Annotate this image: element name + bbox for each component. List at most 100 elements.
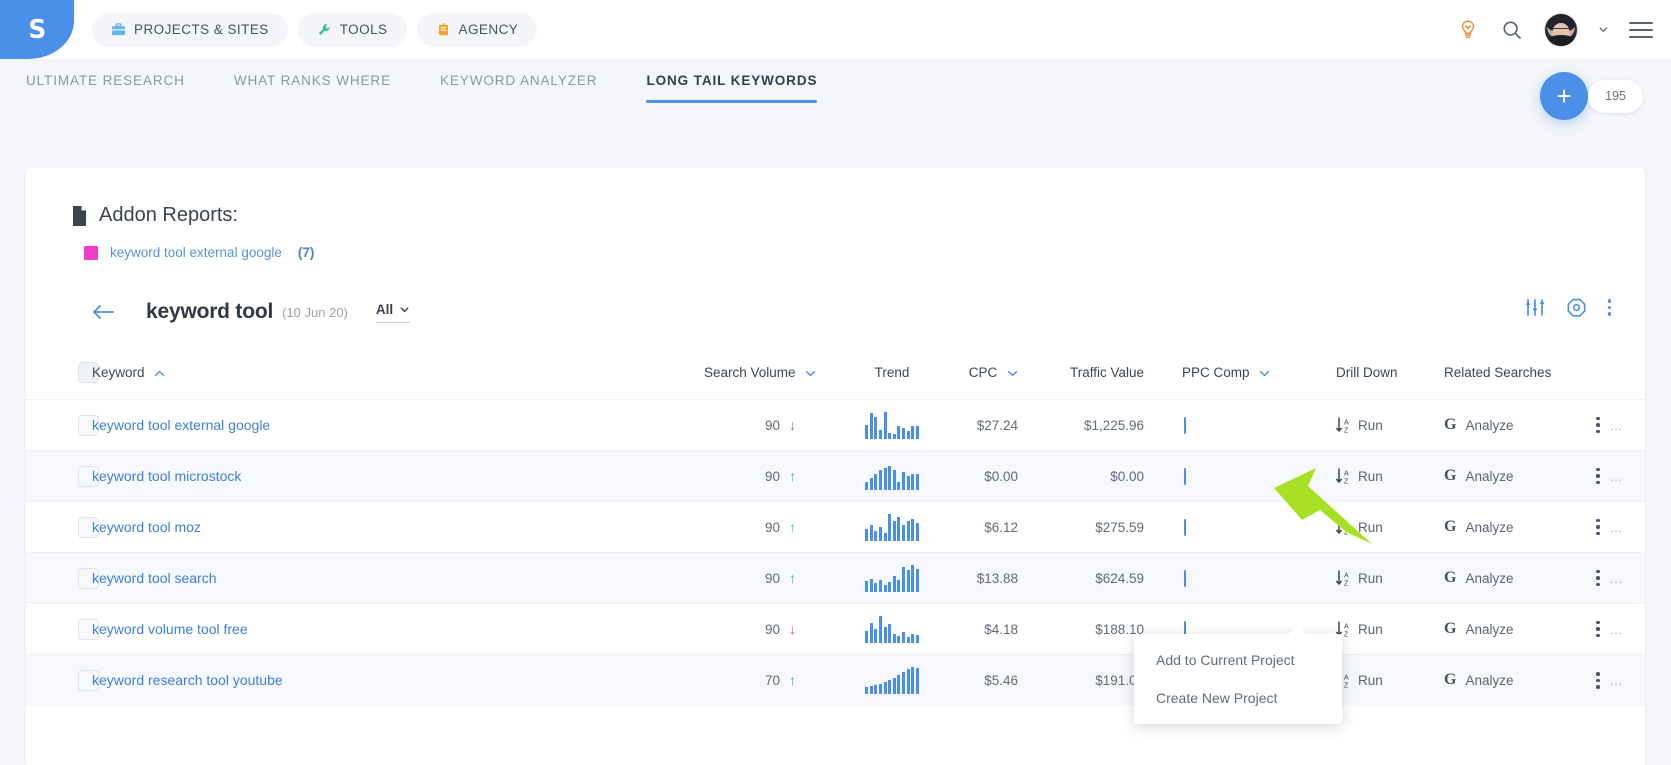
filter-sliders-icon[interactable] <box>1525 299 1545 316</box>
chevron-up-icon[interactable] <box>154 370 165 377</box>
addon-report-link[interactable]: keyword tool external google <box>110 245 282 260</box>
table-row[interactable]: keyword tool search 90 ↑ $13.88 $624.59 A Z Run… <box>26 552 1645 604</box>
th-search-volume[interactable]: Search Volume <box>704 352 832 400</box>
row-overflow-icon[interactable]: … <box>1610 622 1624 637</box>
spark-bar <box>879 470 883 490</box>
analyze-button[interactable]: G Analyze <box>1444 518 1596 536</box>
run-label: Run <box>1358 570 1383 586</box>
cell-traffic-value: $0.00 <box>1044 451 1164 502</box>
analyze-button[interactable]: G Analyze <box>1444 671 1596 689</box>
spark-bar <box>874 474 878 490</box>
row-overflow-icon[interactable]: … <box>1610 469 1624 484</box>
kebab-dot <box>1596 525 1600 529</box>
keyword-link[interactable]: keyword tool external google <box>92 417 270 433</box>
spark-bar <box>901 632 905 643</box>
run-label: Run <box>1358 417 1383 433</box>
cell-search-volume: 90 ↑ <box>704 451 832 502</box>
settings-gear-icon[interactable] <box>1567 298 1586 317</box>
trend-sparkline <box>832 564 952 592</box>
th-cpc[interactable]: CPC <box>952 352 1044 400</box>
menu-create-new-project[interactable]: Create New Project <box>1134 679 1342 717</box>
analyze-button[interactable]: G Analyze <box>1444 467 1596 485</box>
chevron-down-icon[interactable] <box>1259 370 1270 377</box>
table-row[interactable]: keyword tool moz 90 ↑ $6.12 $275.59 A Z Run G Ana… <box>26 501 1645 553</box>
th-trend: Trend <box>832 352 952 400</box>
keyword-link[interactable]: keyword tool microstock <box>92 468 241 484</box>
drill-down-run-button[interactable]: A Z Run <box>1336 467 1444 485</box>
row-more-icon[interactable] <box>1596 672 1600 689</box>
analyze-button[interactable]: G Analyze <box>1444 620 1596 638</box>
table-row[interactable]: keyword research tool youtube 70 ↑ $5.46 $19… <box>26 654 1645 706</box>
filter-all-label: All <box>375 301 394 317</box>
spark-bar <box>874 629 878 643</box>
addon-reports-title: Addon Reports: <box>99 204 238 226</box>
cell-cpc: $13.88 <box>952 553 1044 604</box>
nav-tools[interactable]: TOOLS <box>297 12 407 47</box>
table-row[interactable]: keyword tool external google 90 ↓ $27.24 $1,… <box>26 399 1645 451</box>
addon-report-item[interactable]: keyword tool external google (7) <box>26 227 1645 260</box>
th-keyword[interactable]: Keyword <box>92 352 704 400</box>
app-logo[interactable]: S <box>0 0 74 59</box>
tab-long-tail-keywords[interactable]: LONG TAIL KEYWORDS <box>646 73 841 103</box>
row-overflow-icon[interactable]: … <box>1610 673 1624 688</box>
row-more-icon[interactable] <box>1596 569 1600 587</box>
cell-keyword: keyword tool moz <box>92 502 704 553</box>
th-ppc-comp[interactable]: PPC Comp <box>1164 352 1336 400</box>
filter-all-dropdown[interactable]: All <box>375 301 411 323</box>
cell-related-searches: G Analyze <box>1444 502 1596 553</box>
back-arrow-icon[interactable] <box>92 304 114 320</box>
add-button[interactable]: + <box>1540 72 1589 120</box>
drill-down-run-button[interactable]: A Z Run <box>1336 672 1444 689</box>
cpc-value: $6.12 <box>984 519 1018 535</box>
analyze-button[interactable]: G Analyze <box>1444 416 1596 434</box>
keyword-link[interactable]: keyword tool search <box>92 570 217 586</box>
drill-down-run-button[interactable]: A Z Run <box>1336 620 1444 638</box>
search-icon[interactable] <box>1500 18 1524 42</box>
kebab-dot <box>1596 678 1600 682</box>
keyword-link[interactable]: keyword volume tool free <box>92 621 248 637</box>
kebab-dot <box>1596 672 1600 676</box>
keyword-link[interactable]: keyword research tool youtube <box>92 672 283 688</box>
lightbulb-icon[interactable] <box>1456 18 1480 42</box>
drill-down-run-button[interactable]: A Z Run <box>1336 518 1444 536</box>
hamburger-menu-icon[interactable] <box>1629 21 1653 38</box>
row-overflow-icon[interactable]: … <box>1610 520 1624 535</box>
table-row[interactable]: keyword tool microstock 90 ↑ $0.00 $0.00 A Z Ru… <box>26 450 1645 502</box>
cell-cpc: $5.46 <box>952 655 1044 706</box>
credits-counter[interactable]: 195 <box>1588 79 1643 113</box>
spark-bar <box>883 627 887 643</box>
row-more-icon[interactable] <box>1596 518 1600 536</box>
tab-what-ranks-where[interactable]: WHAT RANKS WHERE <box>234 73 415 103</box>
row-more-icon[interactable] <box>1596 467 1600 485</box>
cpc-value: $13.88 <box>976 570 1018 586</box>
chevron-down-icon[interactable] <box>1598 24 1609 35</box>
avatar[interactable] <box>1544 12 1578 47</box>
kebab-dot <box>1607 299 1611 303</box>
more-options-icon[interactable] <box>1607 299 1611 316</box>
nav-agency[interactable]: AGENCY <box>416 12 538 47</box>
spark-bar <box>911 474 915 490</box>
chevron-down-icon[interactable] <box>805 370 816 377</box>
th-search-volume-label: Search Volume <box>704 365 796 380</box>
cell-trend <box>832 655 952 706</box>
row-overflow-icon[interactable]: … <box>1610 571 1624 586</box>
cell-ppc-comp <box>1164 502 1336 553</box>
row-more-icon[interactable] <box>1596 416 1600 434</box>
chevron-down-icon[interactable] <box>1007 370 1018 377</box>
cell-ppc-comp <box>1164 451 1336 502</box>
cell-keyword: keyword research tool youtube <box>92 655 704 706</box>
kebab-dot <box>1596 423 1600 427</box>
nav-projects-sites[interactable]: PROJECTS & SITES <box>92 12 288 47</box>
row-overflow-icon[interactable]: … <box>1610 418 1624 433</box>
drill-down-run-button[interactable]: A Z Run <box>1336 416 1444 434</box>
table-row[interactable]: keyword volume tool free 90 ↓ $4.18 $188.10 A… <box>26 603 1645 655</box>
cell-traffic-value: $624.59 <box>1044 553 1164 604</box>
menu-add-to-current-project[interactable]: Add to Current Project <box>1134 641 1342 679</box>
drill-down-run-button[interactable]: A Z Run <box>1336 569 1444 587</box>
analyze-button[interactable]: G Analyze <box>1444 569 1596 587</box>
keyword-link[interactable]: keyword tool moz <box>92 519 201 535</box>
run-label: Run <box>1358 621 1383 637</box>
row-more-icon[interactable] <box>1596 620 1600 638</box>
tab-ultimate-research[interactable]: ULTIMATE RESEARCH <box>26 73 209 103</box>
tab-keyword-analyzer[interactable]: KEYWORD ANALYZER <box>440 73 621 103</box>
